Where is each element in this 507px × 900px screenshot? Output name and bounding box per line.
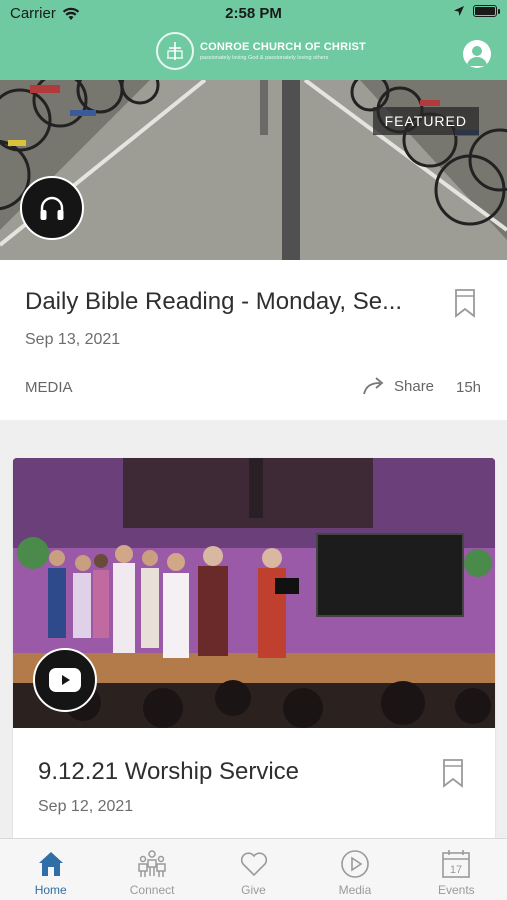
org-tagline: passionately loving God & passionately l… bbox=[200, 55, 329, 61]
location-arrow-icon bbox=[454, 6, 464, 16]
featured-badge: FEATURED bbox=[372, 107, 479, 135]
worship-date: Sep 12, 2021 bbox=[38, 798, 134, 815]
worship-service-card[interactable]: 9.12.21 Worship Service Sep 12, 2021 bbox=[13, 458, 495, 843]
church-logo[interactable]: CONROE CHURCH OF CHRIST passionately lov… bbox=[156, 32, 366, 70]
youtube-icon[interactable] bbox=[33, 648, 97, 712]
people-icon bbox=[138, 850, 166, 877]
featured-age: 15h bbox=[456, 379, 482, 396]
worship-title[interactable]: 9.12.21 Worship Service bbox=[38, 758, 299, 786]
tab-label: Home bbox=[34, 883, 67, 897]
share-label: Share bbox=[394, 377, 435, 395]
tab-media[interactable]: Media bbox=[304, 839, 405, 900]
tab-label: Connect bbox=[129, 883, 175, 897]
home-icon bbox=[38, 852, 63, 876]
play-circle-icon bbox=[341, 850, 369, 878]
tab-label: Events bbox=[437, 883, 475, 897]
headphones-icon[interactable] bbox=[20, 176, 84, 240]
featured-category: MEDIA bbox=[25, 379, 73, 396]
calendar-day: 17 bbox=[450, 864, 462, 876]
bottom-tab-bar: Home Connect Give Media 17 Events bbox=[0, 838, 507, 900]
share-button[interactable]: Share bbox=[362, 376, 434, 396]
tab-give[interactable]: Give bbox=[203, 839, 304, 900]
tab-label: Media bbox=[338, 883, 372, 897]
tab-home[interactable]: Home bbox=[0, 839, 101, 900]
logo-emblem-icon bbox=[156, 32, 194, 70]
tab-label: Give bbox=[241, 883, 266, 897]
tab-connect[interactable]: Connect bbox=[101, 839, 202, 900]
battery-icon bbox=[473, 5, 500, 17]
app-header: Carrier 2:58 PM CONROE CHURCH OF CHRIST … bbox=[0, 0, 507, 80]
status-time: 2:58 PM bbox=[225, 5, 282, 22]
tab-events[interactable]: 17 Events bbox=[406, 839, 507, 900]
bookmark-icon[interactable] bbox=[454, 288, 476, 318]
org-name: CONROE CHURCH OF CHRIST bbox=[200, 41, 366, 53]
featured-date: Sep 13, 2021 bbox=[25, 331, 121, 348]
share-icon bbox=[363, 377, 384, 395]
featured-card[interactable]: Daily Bible Reading - Monday, Se... Sep … bbox=[0, 260, 507, 420]
calendar-icon: 17 bbox=[442, 850, 471, 878]
status-right bbox=[453, 5, 500, 17]
heart-icon bbox=[240, 852, 267, 877]
bookmark-icon[interactable] bbox=[442, 758, 464, 788]
profile-avatar-icon[interactable] bbox=[463, 40, 491, 68]
status-bar: Carrier 2:58 PM bbox=[0, 0, 507, 28]
featured-title[interactable]: Daily Bible Reading - Monday, Se... bbox=[25, 288, 402, 316]
logo-text: CONROE CHURCH OF CHRIST passionately lov… bbox=[200, 41, 366, 61]
